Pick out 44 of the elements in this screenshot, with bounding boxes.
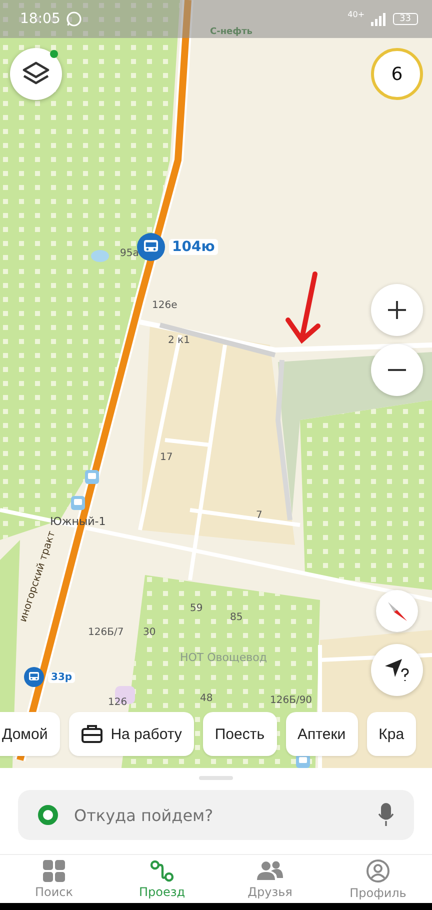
signal-icon: [370, 12, 387, 26]
origin-dot-icon: [38, 805, 58, 825]
route-icon: [150, 860, 174, 882]
briefcase-icon: [80, 724, 103, 744]
bus-marker-icon[interactable]: [137, 233, 165, 261]
house-number: 30: [143, 627, 156, 638]
search-bar[interactable]: Откуда пойдем?: [18, 790, 414, 840]
house-number: 48: [200, 693, 213, 704]
area-label: НОТ Овощевод: [180, 652, 267, 664]
house-number: 126е: [152, 300, 178, 311]
house-number: 126Б/7: [88, 627, 124, 638]
category-chip[interactable]: Аптеки: [286, 712, 358, 756]
house-number: 126: [108, 697, 128, 708]
microphone-icon[interactable]: [378, 803, 394, 827]
nav-tab[interactable]: Проезд: [108, 855, 216, 903]
bus-stop-icon[interactable]: [85, 470, 99, 484]
route-number[interactable]: 104ю: [169, 239, 218, 255]
house-number: 95а: [120, 248, 139, 259]
house-number: 7: [256, 510, 262, 521]
bus-stop-icon[interactable]: [71, 496, 85, 510]
category-chip[interactable]: Кра: [366, 712, 416, 756]
search-input[interactable]: Откуда пойдем?: [74, 806, 362, 824]
battery-indicator: 33: [392, 13, 418, 25]
house-number: 85: [230, 612, 243, 623]
house-number: 126Б/90: [270, 695, 312, 706]
bus-marker-icon[interactable]: [24, 667, 44, 687]
compass-icon: [385, 599, 409, 623]
house-number: 2 к1: [168, 335, 190, 346]
people-icon: [257, 860, 283, 882]
house-number: 59: [190, 603, 203, 614]
category-chip[interactable]: На работу: [68, 712, 194, 756]
chat-bubble-icon: [66, 11, 82, 27]
network-type: 40+: [348, 10, 365, 19]
route-number[interactable]: 33р: [48, 672, 76, 682]
profile-icon: [366, 858, 390, 882]
location-arrow-icon: [383, 657, 411, 683]
grid-icon: [43, 860, 65, 882]
plus-icon: [387, 300, 407, 320]
minus-icon: [388, 368, 406, 372]
category-chip[interactable]: Домой: [0, 712, 60, 756]
house-number: 17: [160, 452, 173, 463]
status-time: 18:05: [20, 11, 60, 27]
category-chip[interactable]: Поесть: [202, 712, 277, 756]
poi-label: С-нефть: [210, 28, 252, 38]
